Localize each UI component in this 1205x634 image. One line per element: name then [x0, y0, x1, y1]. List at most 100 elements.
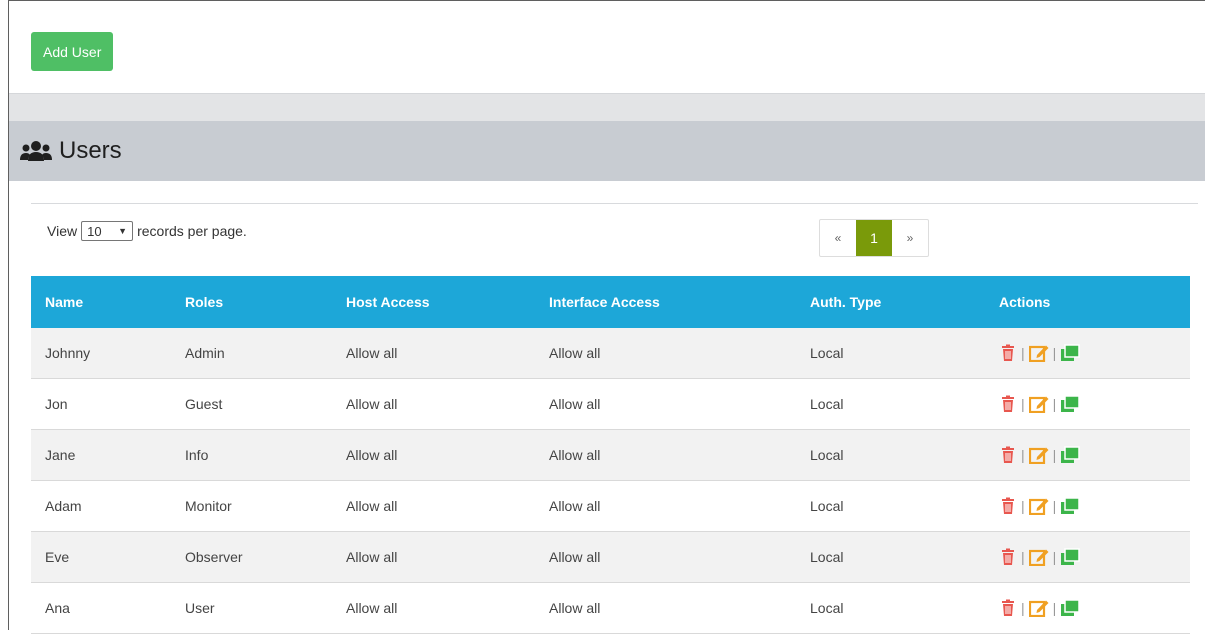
add-user-button[interactable]: Add User — [31, 32, 114, 71]
copy-icon[interactable] — [1060, 497, 1081, 515]
cell-host-access: Allow all — [332, 429, 535, 481]
table-row: Jane Info Allow all Allow all Local | | — [31, 429, 1190, 481]
cell-name: Jon — [31, 378, 171, 430]
page-title: Users — [59, 137, 122, 164]
cell-interface-access: Allow all — [535, 531, 796, 583]
column-header-name[interactable]: Name — [31, 276, 171, 328]
column-header-actions: Actions — [985, 276, 1190, 328]
table-row: Johnny Admin Allow all Allow all Local |… — [31, 328, 1190, 379]
cell-name: Jane — [31, 429, 171, 481]
spacer-strip — [9, 94, 1205, 121]
copy-icon[interactable] — [1060, 446, 1081, 464]
row-actions: | | — [999, 395, 1190, 414]
cell-interface-access: Allow all — [535, 582, 796, 634]
pagination-prev[interactable]: « — [820, 220, 856, 256]
edit-icon[interactable] — [1028, 599, 1049, 618]
pagination: « 1 » — [819, 219, 929, 257]
row-actions: | | — [999, 344, 1190, 363]
action-separator: | — [1021, 498, 1025, 514]
records-per-page-select[interactable]: 10 ▼ — [81, 221, 134, 241]
table-row: Eve Observer Allow all Allow all Local |… — [31, 531, 1190, 583]
app-frame: Add User Users View 10 ▼ records per pag… — [8, 0, 1205, 634]
cell-actions: | | — [985, 531, 1190, 583]
cell-actions: | | — [985, 582, 1190, 634]
column-header-roles[interactable]: Roles — [171, 276, 332, 328]
records-per-page-value: 10 — [87, 223, 102, 239]
users-table: Name Roles Host Access Interface Access … — [31, 276, 1190, 634]
row-actions: | | — [999, 599, 1190, 618]
row-actions: | | — [999, 497, 1190, 516]
cell-host-access: Allow all — [332, 328, 535, 379]
cell-host-access: Allow all — [332, 378, 535, 430]
trash-icon[interactable] — [999, 599, 1017, 617]
cell-host-access: Allow all — [332, 582, 535, 634]
trash-icon[interactable] — [999, 395, 1017, 413]
cell-host-access: Allow all — [332, 480, 535, 532]
cell-auth-type: Local — [796, 328, 985, 379]
pagination-page[interactable]: 1 — [856, 220, 892, 256]
action-separator: | — [1052, 447, 1057, 463]
copy-icon[interactable] — [1060, 548, 1081, 566]
chevron-down-icon: ▼ — [118, 226, 128, 236]
cell-role: Observer — [171, 531, 332, 583]
cell-name: Adam — [31, 480, 171, 532]
action-separator: | — [1052, 396, 1057, 412]
trash-icon[interactable] — [999, 344, 1017, 362]
cell-role: Guest — [171, 378, 332, 430]
table-controls: View 10 ▼ records per page. « 1 » — [31, 204, 1198, 276]
cell-actions: | | — [985, 328, 1190, 379]
action-separator: | — [1052, 549, 1057, 565]
copy-icon[interactable] — [1060, 344, 1081, 362]
copy-icon[interactable] — [1060, 395, 1081, 413]
cell-role: Admin — [171, 328, 332, 379]
trash-icon[interactable] — [999, 548, 1017, 566]
trash-icon[interactable] — [999, 497, 1017, 515]
cell-auth-type: Local — [796, 378, 985, 430]
row-actions: | | — [999, 446, 1190, 465]
cell-name: Johnny — [31, 328, 171, 379]
section-header: Users — [9, 121, 1205, 181]
action-separator: | — [1052, 345, 1057, 361]
cell-name: Ana — [31, 582, 171, 634]
edit-icon[interactable] — [1028, 548, 1049, 567]
cell-auth-type: Local — [796, 480, 985, 532]
cell-auth-type: Local — [796, 582, 985, 634]
copy-icon[interactable] — [1060, 599, 1081, 617]
cell-actions: | | — [985, 378, 1190, 430]
cell-actions: | | — [985, 480, 1190, 532]
column-header-host-access[interactable]: Host Access — [332, 276, 535, 328]
action-separator: | — [1021, 549, 1025, 565]
action-separator: | — [1021, 600, 1025, 616]
edit-icon[interactable] — [1028, 344, 1049, 363]
action-separator: | — [1052, 498, 1057, 514]
cell-auth-type: Local — [796, 429, 985, 481]
pagination-next[interactable]: » — [892, 220, 928, 256]
action-separator: | — [1021, 447, 1025, 463]
cell-actions: | | — [985, 429, 1190, 481]
trash-icon[interactable] — [999, 446, 1017, 464]
cell-interface-access: Allow all — [535, 378, 796, 430]
cell-interface-access: Allow all — [535, 328, 796, 379]
row-actions: | | — [999, 548, 1190, 567]
table-header-row: Name Roles Host Access Interface Access … — [31, 276, 1190, 328]
cell-auth-type: Local — [796, 531, 985, 583]
table-row: Ana User Allow all Allow all Local | | — [31, 582, 1190, 634]
column-header-auth-type[interactable]: Auth. Type — [796, 276, 985, 328]
action-separator: | — [1052, 600, 1057, 616]
top-toolbar: Add User — [9, 1, 1205, 94]
users-panel: View 10 ▼ records per page. « 1 » Name R… — [9, 203, 1205, 634]
edit-icon[interactable] — [1028, 446, 1049, 465]
table-row: Jon Guest Allow all Allow all Local | | — [31, 378, 1190, 430]
cell-role: Monitor — [171, 480, 332, 532]
view-label: View — [47, 223, 78, 239]
column-header-interface-access[interactable]: Interface Access — [535, 276, 796, 328]
records-label: records per page. — [137, 223, 247, 239]
edit-icon[interactable] — [1028, 497, 1049, 516]
cell-role: User — [171, 582, 332, 634]
edit-icon[interactable] — [1028, 395, 1049, 414]
action-separator: | — [1021, 396, 1025, 412]
cell-interface-access: Allow all — [535, 429, 796, 481]
cell-role: Info — [171, 429, 332, 481]
cell-host-access: Allow all — [332, 531, 535, 583]
cell-interface-access: Allow all — [535, 480, 796, 532]
